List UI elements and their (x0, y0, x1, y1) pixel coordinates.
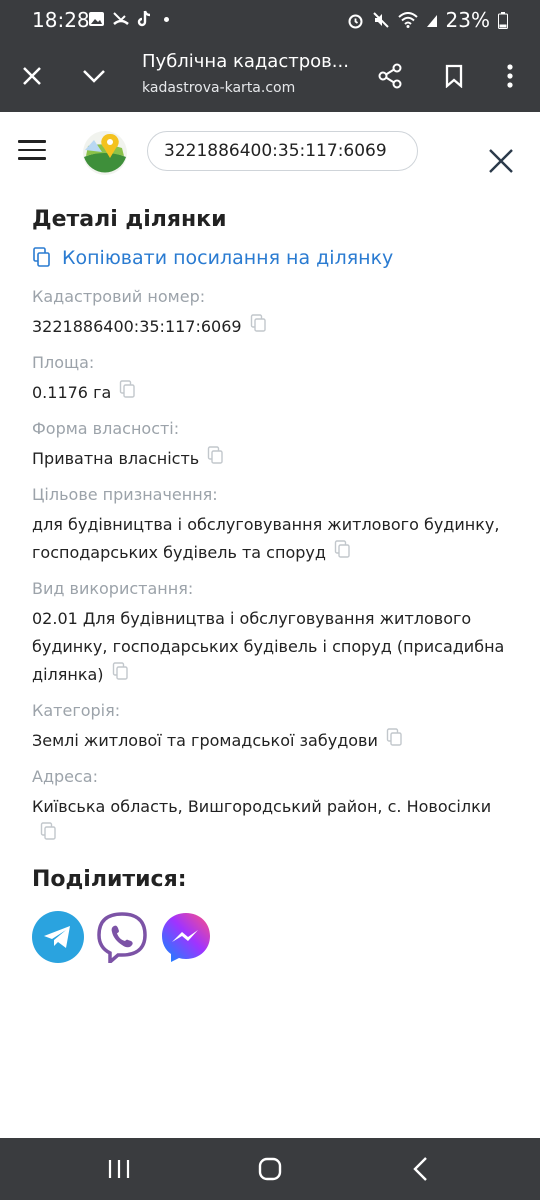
recent-apps-button[interactable] (104, 1154, 134, 1184)
telegram-icon (32, 911, 84, 963)
messenger-icon (162, 913, 210, 962)
field-value-category: Землі житлової та громадської забудови (32, 727, 512, 755)
field-value-cadastral: 3221886400:35:117:6069 (32, 313, 512, 341)
bookmark-icon (445, 64, 463, 88)
search-input[interactable]: 3221886400:35:117:6069 (147, 131, 418, 171)
viber-icon (97, 912, 147, 966)
alarm-icon (348, 14, 363, 28)
copy-icon[interactable] (112, 662, 129, 681)
missed-call-icon (113, 12, 129, 25)
battery-level: 23% (445, 8, 490, 32)
field-text: 0.1176 га (32, 383, 112, 402)
page-title: Публічна кадастров... (142, 51, 349, 72)
mute-icon (372, 12, 389, 28)
status-bar: 18:28 23% (0, 0, 540, 40)
viber-share-button[interactable] (96, 911, 148, 966)
menu-line (18, 140, 46, 143)
field-value-purpose: для будівництва і обслуговування житлово… (32, 511, 512, 567)
field-value-address: Київська область, Вишгородський район, с… (32, 793, 512, 849)
close-tab-button[interactable] (14, 58, 50, 94)
field-label-ownership: Форма власності: (32, 419, 180, 438)
chevron-down-icon (83, 70, 105, 83)
field-value-ownership: Приватна власність (32, 445, 512, 473)
site-logo[interactable] (82, 130, 128, 176)
telegram-share-button[interactable] (32, 911, 84, 963)
field-label-cadastral: Кадастровий номер: (32, 287, 206, 306)
close-details-button[interactable] (486, 146, 516, 176)
status-time: 18:28 (32, 8, 90, 32)
menu-button[interactable] (18, 140, 46, 162)
app-header: 3221886400:35:117:6069 (0, 112, 540, 194)
menu-line (18, 157, 46, 160)
field-label-address: Адреса: (32, 767, 98, 786)
field-label-category: Категорія: (32, 701, 121, 720)
copy-icon (33, 247, 50, 267)
bookmark-button[interactable] (436, 58, 472, 94)
copy-icon[interactable] (386, 728, 403, 747)
parcel-details: Деталі ділянки Копіювати посилання на ді… (32, 207, 512, 966)
field-text: Приватна власність (32, 449, 200, 468)
copy-icon[interactable] (250, 314, 267, 333)
field-label-usage: Вид використання: (32, 579, 194, 598)
more-vert-icon (507, 64, 513, 88)
back-button[interactable] (406, 1154, 436, 1184)
browser-toolbar: Публічна кадастров... kadastrova-karta.c… (0, 40, 540, 112)
copy-icon[interactable] (207, 446, 224, 465)
battery-icon (498, 11, 508, 29)
field-value-usage: 02.01 Для будівництва і обслуговування ж… (32, 605, 512, 689)
close-icon (23, 67, 41, 85)
details-heading: Деталі ділянки (32, 207, 227, 232)
more-button[interactable] (492, 58, 528, 94)
field-text: для будівництва і обслуговування житлово… (32, 515, 500, 562)
page-url: kadastrova-karta.com (142, 80, 296, 96)
wifi-icon (397, 12, 418, 28)
copy-link-label: Копіювати посилання на ділянку (62, 247, 394, 269)
minimize-button[interactable] (76, 58, 112, 94)
system-nav-bar (0, 1138, 540, 1200)
tiktok-icon (137, 10, 151, 27)
field-text: Землі житлової та громадської забудови (32, 731, 378, 750)
signal-icon (426, 15, 437, 27)
field-text: 02.01 Для будівництва і обслуговування ж… (32, 609, 505, 684)
field-text: Київська область, Вишгородський район, с… (32, 797, 492, 816)
copy-icon[interactable] (40, 822, 57, 841)
gallery-icon (89, 12, 104, 26)
share-icon (378, 63, 402, 89)
copy-link-button[interactable]: Копіювати посилання на ділянку (32, 241, 512, 275)
field-label-area: Площа: (32, 353, 95, 372)
system-icons: 23% (347, 8, 508, 32)
share-button[interactable] (372, 58, 408, 94)
field-value-area: 0.1176 га (32, 379, 512, 407)
share-heading: Поділитися: (32, 867, 187, 892)
copy-icon[interactable] (334, 540, 351, 559)
notification-icons (88, 10, 169, 28)
menu-line (18, 148, 46, 151)
field-label-purpose: Цільове призначення: (32, 485, 218, 504)
messenger-share-button[interactable] (160, 911, 212, 963)
copy-icon[interactable] (119, 380, 136, 399)
share-buttons (32, 911, 512, 966)
field-text: 3221886400:35:117:6069 (32, 317, 242, 336)
home-button[interactable] (255, 1154, 285, 1184)
dot-icon (164, 16, 169, 22)
